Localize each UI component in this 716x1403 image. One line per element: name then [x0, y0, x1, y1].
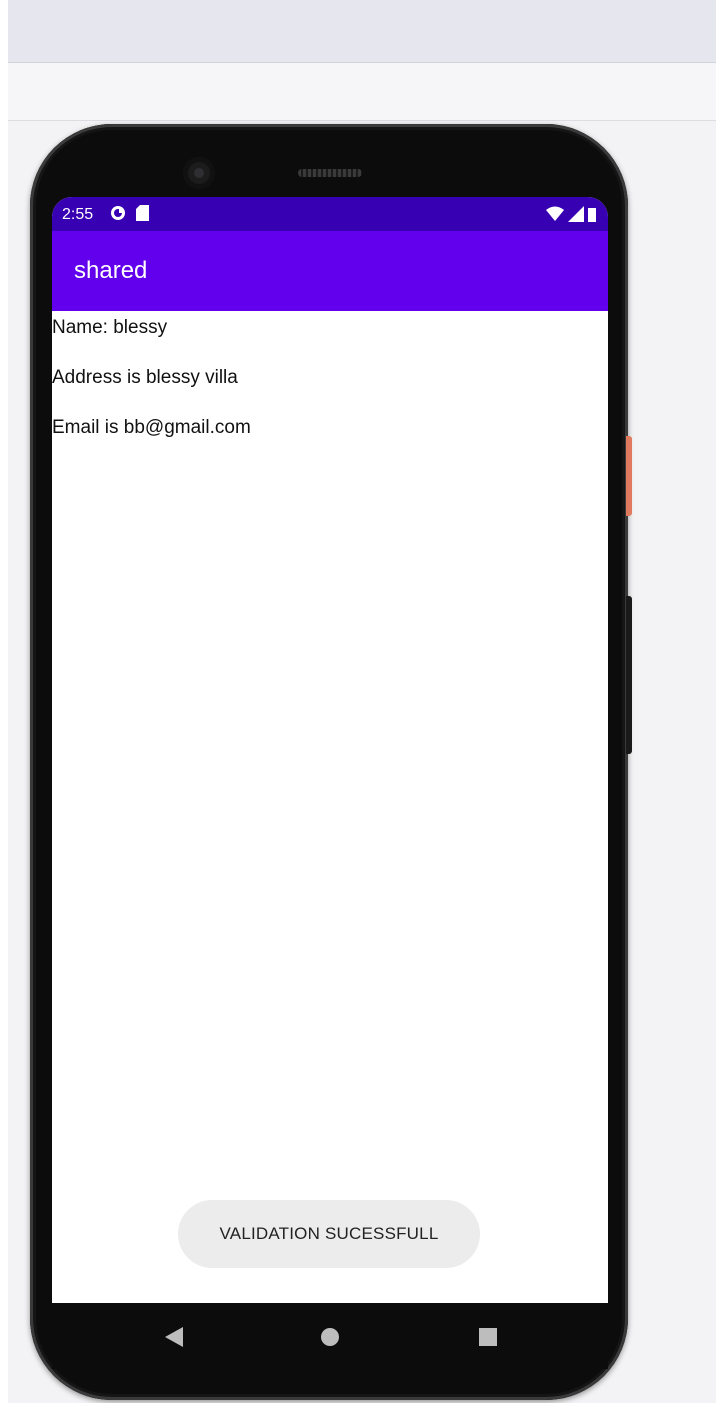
home-icon: [321, 1328, 339, 1346]
status-left-icons: [110, 205, 149, 221]
back-button[interactable]: [154, 1317, 194, 1357]
signal-icon: [568, 206, 584, 222]
status-right-icons: [546, 206, 596, 222]
status-bar: 2:55: [52, 197, 608, 231]
app-bar: shared: [52, 231, 608, 311]
home-button[interactable]: [310, 1317, 350, 1357]
power-button[interactable]: [626, 436, 632, 516]
front-camera-icon: [183, 157, 215, 189]
device-screen: 2:55 shared Name: blessy Address is bles…: [52, 197, 608, 1303]
toast-message: VALIDATION SUCESSFULL: [178, 1200, 480, 1268]
recents-button[interactable]: [468, 1317, 508, 1357]
earpiece-speaker: [298, 169, 362, 177]
navigation-bar: [52, 1303, 608, 1369]
email-text: Email is bb@gmail.com: [52, 417, 251, 438]
volume-button[interactable]: [626, 596, 632, 754]
battery-icon: [588, 208, 596, 222]
app-title: shared: [74, 257, 148, 284]
host-left-edge: [0, 0, 8, 1403]
host-toolbar: [0, 0, 716, 63]
content-area: Name: blessy Address is blessy villa Ema…: [52, 311, 608, 461]
name-text: Name: blessy: [52, 317, 168, 338]
sd-card-icon: [136, 205, 149, 221]
address-text: Address is blessy villa: [52, 367, 238, 388]
host-subtoolbar: [0, 63, 716, 121]
sync-icon: [111, 206, 125, 220]
wifi-icon: [546, 206, 564, 221]
status-time: 2:55: [62, 206, 94, 223]
recents-icon: [479, 1328, 497, 1346]
back-icon: [165, 1327, 183, 1347]
